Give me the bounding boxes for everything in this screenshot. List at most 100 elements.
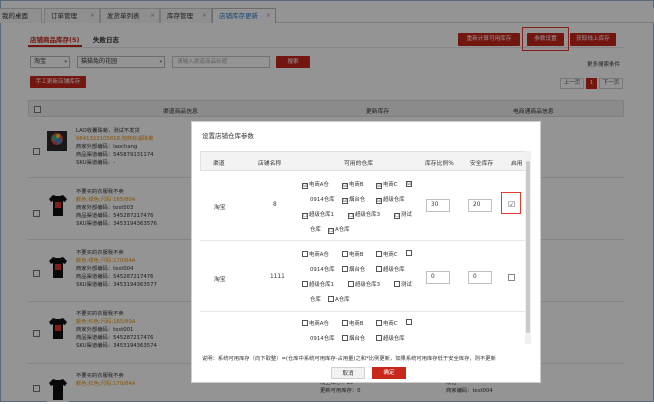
checkbox[interactable] bbox=[328, 296, 334, 302]
shop-name: 8 bbox=[273, 202, 277, 208]
checkbox[interactable] bbox=[406, 250, 412, 256]
dialog-table-header: 渠道 店铺名称 可用的仓库 库存比例% 安全库存 启用 bbox=[200, 151, 531, 171]
checkbox[interactable]: ☑ bbox=[342, 198, 348, 204]
warehouse-name: 电商B bbox=[349, 252, 364, 258]
warehouse-name: 超级仓库1 bbox=[309, 212, 334, 218]
checkbox[interactable]: ☐ bbox=[328, 228, 334, 234]
column-header: 店铺名称 bbox=[258, 161, 282, 167]
warehouse-option[interactable] bbox=[406, 250, 413, 257]
warehouse-option[interactable]: 电商A仓 bbox=[302, 319, 329, 327]
warehouse-option[interactable]: 电商C bbox=[376, 319, 398, 327]
dialog-note: 说明：系统可用库存（向下取整）=(仓库中系统可用库存-占用量)之和*比例更新，如… bbox=[202, 356, 496, 362]
stock-ratio-input[interactable]: 0 bbox=[426, 271, 450, 284]
dialog-title: 设置店铺仓库参数 bbox=[202, 132, 254, 140]
warehouse-option[interactable]: ☑ 烟台仓 bbox=[342, 195, 365, 204]
warehouse-option[interactable]: ☐ 超级仓库3 bbox=[348, 210, 380, 219]
warehouse-name: 测试 bbox=[401, 282, 412, 288]
shop-warehouse-settings-dialog: 设置店铺仓库参数 渠道 店铺名称 可用的仓库 库存比例% 安全库存 启用 淘宝 … bbox=[191, 121, 541, 383]
warehouse-name: A仓库 bbox=[335, 297, 350, 303]
warehouse-name: 电商C bbox=[383, 321, 398, 327]
warehouse-option[interactable]: 超级仓库3 bbox=[348, 280, 380, 288]
warehouse-name: 0914仓库 bbox=[310, 267, 335, 273]
warehouse-option[interactable]: 烟台仓 bbox=[342, 265, 365, 273]
checkbox[interactable] bbox=[376, 266, 382, 272]
warehouse-option[interactable]: 0914仓库 bbox=[310, 334, 335, 342]
warehouse-name: 烟台仓 bbox=[349, 336, 366, 342]
checkbox[interactable]: ☑ bbox=[376, 183, 382, 189]
warehouse-option[interactable]: 超级仓库 bbox=[376, 265, 405, 273]
scrollbar-thumb[interactable] bbox=[526, 161, 530, 333]
checkbox[interactable] bbox=[302, 281, 308, 287]
warehouse-option[interactable] bbox=[406, 319, 413, 326]
warehouse-option: 仓库 bbox=[310, 295, 321, 303]
highlight-box bbox=[501, 192, 521, 214]
warehouse-name: 超级仓库 bbox=[383, 336, 405, 342]
warehouse-option[interactable]: ☐ 超级仓库1 bbox=[302, 210, 334, 219]
warehouse-name: 电商B bbox=[349, 182, 364, 188]
warehouse-option[interactable]: 0914仓库 bbox=[310, 265, 335, 273]
warehouse-option[interactable]: 超级仓库1 bbox=[302, 280, 334, 288]
warehouse-option[interactable]: ☑ 超级仓库 bbox=[376, 195, 405, 204]
warehouse-option[interactable]: 电商A仓 bbox=[302, 250, 329, 258]
warehouse-name: 烟台仓 bbox=[349, 197, 366, 203]
checkbox[interactable] bbox=[342, 335, 348, 341]
checkbox[interactable] bbox=[376, 251, 382, 257]
dialog-row: 淘宝 1111 电商A仓 电商B 电商C 0914仓库 烟台仓 超级仓库 超级仓… bbox=[200, 242, 531, 312]
warehouse-name: 0914仓库 bbox=[310, 336, 335, 342]
dialog-row: 淘宝 8 ☑ 电商A仓 ☑ 电商B ☑ 电商C ☑ 0914仓库 ☑ 烟台仓 ☑ 超级仓库… bbox=[200, 172, 531, 241]
warehouse-name: A仓库 bbox=[335, 227, 350, 233]
checkbox[interactable]: ☑ bbox=[406, 181, 412, 187]
stock-ratio-input[interactable]: 30 bbox=[426, 199, 450, 212]
channel: 淘宝 bbox=[214, 205, 226, 211]
warehouse-option[interactable]: 电商B bbox=[342, 319, 363, 327]
warehouse-name: 电商A仓 bbox=[309, 182, 329, 188]
checkbox[interactable] bbox=[406, 319, 412, 325]
warehouse-option[interactable]: 烟台仓 bbox=[342, 334, 365, 342]
confirm-button[interactable]: 确定 bbox=[372, 367, 406, 379]
warehouse-option[interactable]: ☑ bbox=[406, 180, 413, 187]
warehouse-name: 超级仓库3 bbox=[355, 212, 380, 218]
warehouse-option[interactable]: ☑ 电商C bbox=[376, 180, 398, 189]
checkbox[interactable]: ☑ bbox=[342, 183, 348, 189]
warehouse-name: 仓库 bbox=[310, 227, 321, 233]
warehouse-option[interactable]: 0914仓库 bbox=[310, 195, 335, 203]
safety-stock-input[interactable]: 0 bbox=[468, 271, 492, 284]
safety-stock-input[interactable]: 20 bbox=[468, 199, 492, 212]
warehouse-option[interactable]: 电商C bbox=[376, 250, 398, 258]
warehouse-name: 电商C bbox=[383, 182, 398, 188]
checkbox[interactable] bbox=[394, 281, 400, 287]
checkbox[interactable]: ☑ bbox=[376, 198, 382, 204]
warehouse-option[interactable]: ☑ 电商A仓 bbox=[302, 180, 329, 189]
warehouse-option[interactable]: 测试 bbox=[394, 280, 412, 288]
checkbox[interactable] bbox=[348, 281, 354, 287]
checkbox[interactable]: ☐ bbox=[302, 213, 308, 219]
checkbox[interactable] bbox=[302, 251, 308, 257]
warehouse-name: 超级仓库3 bbox=[355, 282, 380, 288]
warehouse-option[interactable]: ☐ A仓库 bbox=[328, 225, 349, 234]
checkbox[interactable]: ☐ bbox=[348, 213, 354, 219]
checkbox[interactable]: ☐ bbox=[394, 213, 400, 219]
column-header: 可用的仓库 bbox=[344, 161, 373, 167]
checkbox[interactable] bbox=[342, 320, 348, 326]
enable-checkbox[interactable] bbox=[508, 274, 515, 281]
checkbox[interactable] bbox=[302, 320, 308, 326]
warehouse-option[interactable]: 电商B bbox=[342, 250, 363, 258]
checkbox[interactable]: ☑ bbox=[302, 183, 308, 189]
channel: 淘宝 bbox=[214, 277, 226, 283]
warehouse-option[interactable]: ☑ 电商B bbox=[342, 180, 363, 189]
column-header: 安全库存 bbox=[470, 161, 494, 167]
shop-name: 1111 bbox=[270, 274, 285, 280]
checkbox[interactable] bbox=[342, 251, 348, 257]
checkbox[interactable] bbox=[376, 320, 382, 326]
warehouse-option[interactable]: 超级仓库 bbox=[376, 334, 405, 342]
cancel-button[interactable]: 取消 bbox=[331, 367, 365, 379]
warehouse-option[interactable]: ☐ 测试 bbox=[394, 210, 412, 219]
checkbox[interactable] bbox=[342, 266, 348, 272]
dialog-row: 电商A仓 电商B 电商C 0914仓库 烟台仓 超级仓库 bbox=[200, 313, 531, 344]
column-header: 启用 bbox=[511, 161, 523, 167]
warehouse-option[interactable]: A仓库 bbox=[328, 295, 349, 303]
checkbox[interactable] bbox=[376, 335, 382, 341]
warehouse-name: 仓库 bbox=[310, 297, 321, 303]
warehouse-name: 超级仓库 bbox=[383, 197, 405, 203]
dialog-scrollbar[interactable] bbox=[525, 151, 531, 344]
